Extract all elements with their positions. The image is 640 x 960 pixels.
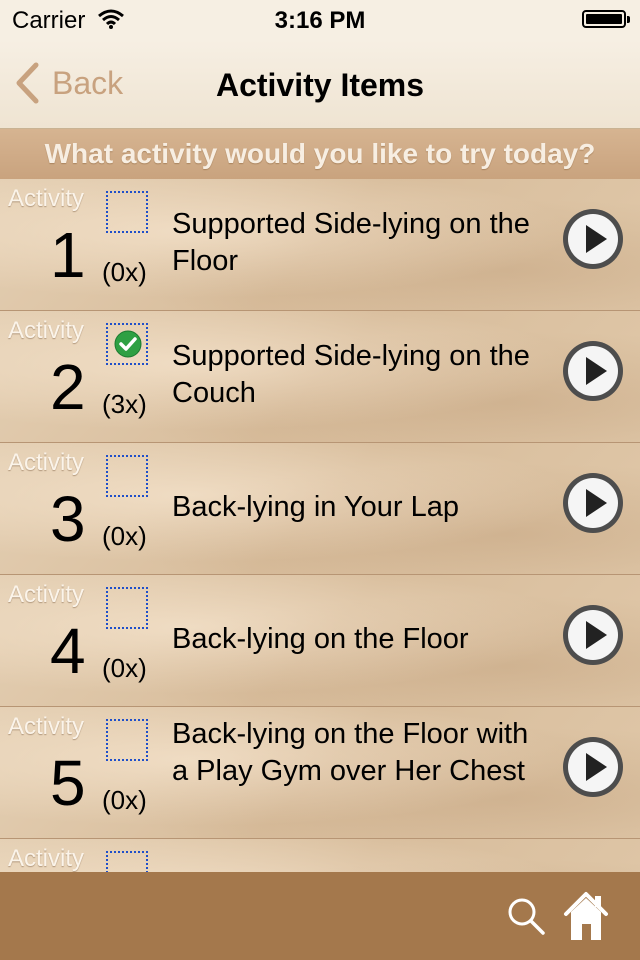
activity-title: Supported Side-lying on the Couch [172,340,530,409]
check-circle-icon [114,330,142,358]
page-title: Activity Items [215,67,425,103]
activity-count: (0x) [102,521,147,551]
play-icon[interactable] [561,207,625,271]
status-time: 3:16 PM [274,7,366,34]
navigation-bar: Back Activity Items [0,40,640,129]
home-icon[interactable] [562,890,610,942]
checkbox-icon[interactable] [106,719,148,761]
activity-number: 5 [50,747,86,819]
activity-list[interactable]: Activity 1 (0x) Supported Side-lying on … [0,179,640,872]
activity-number: 1 [50,219,86,291]
activity-count: (0x) [102,653,147,683]
activity-row[interactable]: Activity 1 (0x) Supported Side-lying on … [0,179,640,311]
activity-count: (0x) [102,257,147,287]
checkbox-icon[interactable] [106,323,148,365]
activity-label: Activity [8,581,85,608]
search-icon[interactable] [506,896,546,936]
activity-number: 3 [50,483,86,555]
activity-label: Activity [8,845,85,872]
activity-label: Activity [8,317,85,344]
activity-label: Activity [8,185,85,212]
activity-number: 2 [50,351,86,423]
play-icon[interactable] [561,735,625,799]
activity-count: (0x) [102,785,147,815]
activity-number: 4 [50,615,86,687]
battery-icon [582,10,630,28]
play-icon[interactable] [561,471,625,535]
activity-count: (3x) [102,389,147,419]
checkbox-icon[interactable] [106,455,148,497]
activity-label: Activity [8,449,85,476]
activity-title: Back-lying in Your Lap [172,491,459,523]
activity-row[interactable]: Activity 3 (0x) Back-lying in Your Lap [0,443,640,575]
prompt-banner: What activity would you like to try toda… [0,129,640,179]
activity-row[interactable]: Activity 2 (3x) Supported Side-lying on … [0,311,640,443]
checkbox-icon[interactable] [106,851,148,872]
play-icon[interactable] [561,603,625,667]
activity-label: Activity [8,713,85,740]
activity-title: Back-lying on the Floor with a Play Gym … [172,718,529,787]
activity-row[interactable]: Activity [0,839,640,872]
activity-row[interactable]: Activity 4 (0x) Back-lying on the Floor [0,575,640,707]
bottom-toolbar [0,872,640,960]
checkbox-icon[interactable] [106,191,148,233]
status-bar: Carrier 3:16 PM [0,0,640,40]
activity-title: Supported Side-lying on the Floor [172,208,530,277]
play-icon[interactable] [561,339,625,403]
activity-title: Back-lying on the Floor [172,623,469,655]
checkbox-icon[interactable] [106,587,148,629]
activity-row[interactable]: Activity 5 (0x) Back-lying on the Floor … [0,707,640,839]
